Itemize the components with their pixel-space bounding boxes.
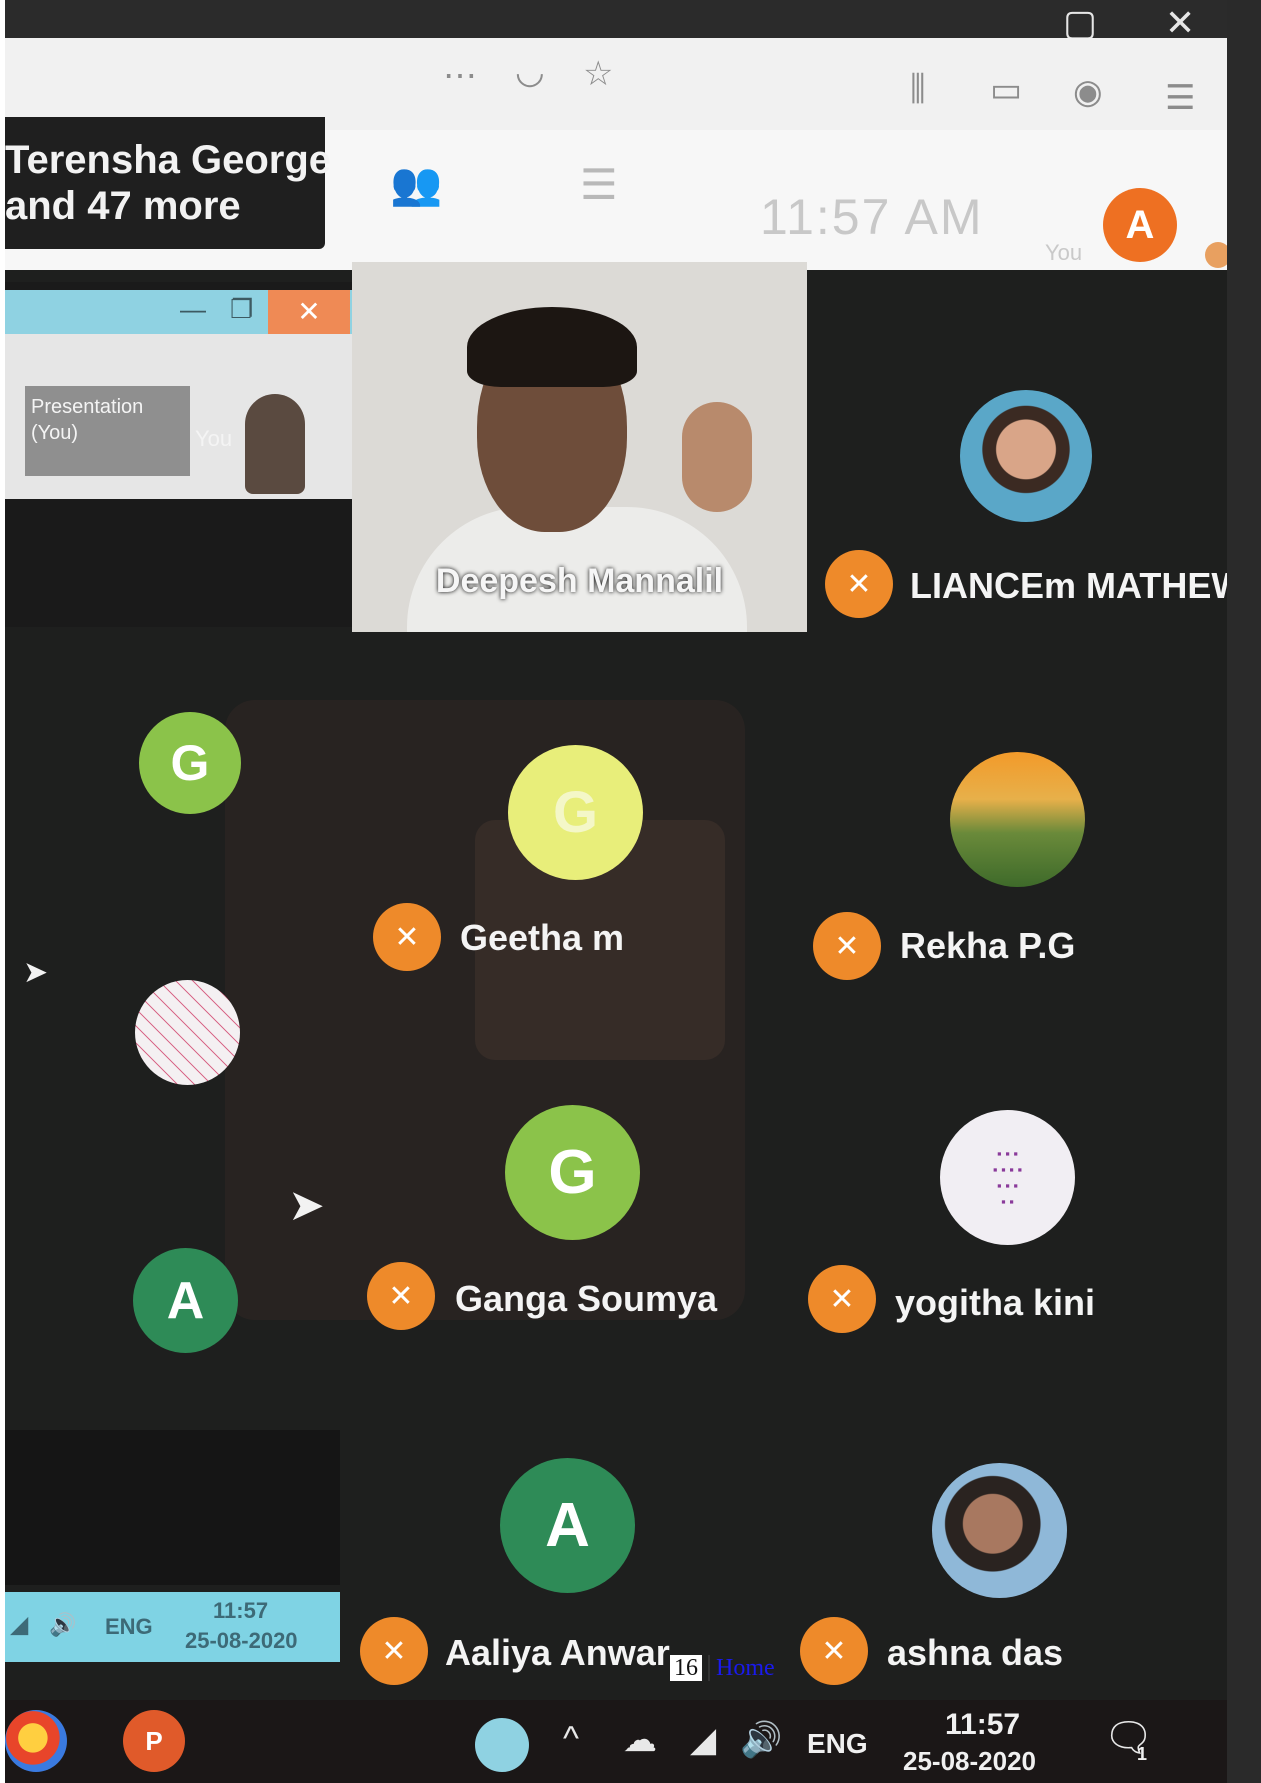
- more-icon[interactable]: ⋯: [443, 56, 477, 96]
- notification-count: 1: [1137, 1744, 1148, 1764]
- photo-edge: [1227, 0, 1261, 1783]
- minimize-icon[interactable]: —: [180, 294, 206, 325]
- firefox-icon[interactable]: [5, 1710, 67, 1772]
- share-self-video: [245, 394, 305, 494]
- taskbar-time[interactable]: 11:57: [945, 1708, 1020, 1742]
- account-icon[interactable]: ◉: [1073, 72, 1103, 112]
- windows-taskbar: P ^ ☁ ◢ 🔊 ENG 11:57 25-08-2020 🗨 1: [5, 1700, 1227, 1783]
- participant-avatar: G: [505, 1105, 640, 1240]
- participants-icon[interactable]: 👥: [390, 160, 442, 209]
- chat-icon[interactable]: ☰: [580, 160, 618, 209]
- join-notification: Terensha George and 47 more: [5, 117, 332, 249]
- presenter-hand: [682, 402, 752, 512]
- participant-name: Rekha P.G: [900, 925, 1076, 966]
- pocket-icon[interactable]: ◡: [515, 52, 545, 92]
- participant-photo: ▪ ▪ ▪ ▪ ▪ ▪ ▪ ▪ ▪ ▪ ▪ ▪: [940, 1110, 1075, 1245]
- mic-muted-icon: ✕: [813, 912, 881, 980]
- mini-volume-icon: 🔊: [49, 1612, 77, 1637]
- mini-taskbar: ◢ 🔊 ENG 11:57 25-08-2020: [5, 1592, 340, 1662]
- tiny-avatar: [1205, 242, 1227, 268]
- powerpoint-icon[interactable]: P: [123, 1710, 185, 1772]
- presentation-sub: (You): [31, 422, 79, 444]
- mini-date: 25-08-2020: [185, 1628, 298, 1653]
- participant-avatar: G: [139, 712, 241, 814]
- mic-muted-icon: ✕: [825, 550, 893, 618]
- participant-photo: [135, 980, 240, 1085]
- network-app-icon[interactable]: ☁: [623, 1720, 657, 1760]
- screen-capture: ▢ ✕ ⋯ ◡ ☆ ⫼ ▭ ◉ ☰ 👥 ☰ 11:57 AM A You Ter…: [5, 0, 1227, 1783]
- presenter-name: Deepesh Mannalil: [435, 562, 724, 600]
- notification-line-2: and 47 more: [5, 184, 241, 228]
- home-link[interactable]: Home: [716, 1655, 775, 1681]
- mic-muted-icon: ✕: [360, 1617, 428, 1685]
- participant-name: Aaliya Anwar: [445, 1632, 670, 1673]
- participant-photo: [950, 752, 1085, 887]
- participant-name: Ganga Soumya: [455, 1278, 718, 1319]
- mini-screen: [5, 1430, 340, 1585]
- share-close-button[interactable]: ✕: [268, 290, 350, 334]
- participant-avatar: G: [508, 745, 643, 880]
- menu-icon[interactable]: ☰: [1165, 78, 1195, 118]
- app-icon[interactable]: [475, 1718, 529, 1772]
- footer-separator: [708, 1655, 710, 1681]
- page-footer: 16 Home: [670, 1655, 775, 1682]
- participant-photo: [960, 390, 1092, 522]
- presenter-hair: [467, 307, 637, 387]
- language-indicator[interactable]: ENG: [807, 1728, 868, 1760]
- participant-photo: [932, 1463, 1067, 1598]
- you-label: You: [1045, 240, 1083, 265]
- screen-share-thumbnail[interactable]: — ❐ ✕ Presentation (You) You: [5, 282, 352, 627]
- mic-muted-icon: ✕: [800, 1617, 868, 1685]
- mic-muted-icon: ✕: [373, 903, 441, 971]
- restore-icon[interactable]: ❐: [230, 294, 253, 325]
- mic-muted-icon: ✕: [808, 1265, 876, 1333]
- share-you-label: You: [195, 426, 233, 451]
- mini-signal-icon: ◢: [11, 1612, 28, 1637]
- mouse-cursor-icon: ➤: [23, 956, 49, 989]
- library-icon[interactable]: ⫼: [910, 70, 926, 109]
- presentation-title: Presentation: [31, 396, 144, 418]
- presentation-tile: Presentation (You): [25, 386, 190, 476]
- meeting-clock: 11:57 AM: [760, 189, 984, 245]
- participant-name: yogitha kini: [895, 1282, 1096, 1323]
- participant-name: LIANCEm MATHEW: [910, 565, 1227, 606]
- taskbar-date[interactable]: 25-08-2020: [903, 1746, 1036, 1777]
- my-avatar[interactable]: A: [1103, 188, 1177, 262]
- share-window-bar: — ❐ ✕: [5, 290, 352, 334]
- volume-icon[interactable]: 🔊: [740, 1720, 782, 1760]
- presenter-video[interactable]: Deepesh Mannalil: [352, 262, 807, 632]
- notification-line-1: Terensha George: [5, 138, 332, 182]
- participant-avatar: A: [133, 1248, 238, 1353]
- page-number: 16: [670, 1655, 702, 1681]
- mouse-cursor-icon: ➤: [288, 1181, 325, 1230]
- bookmark-star-icon[interactable]: ☆: [583, 54, 613, 94]
- sidebar-icon[interactable]: ▭: [990, 70, 1022, 110]
- share-content: Presentation (You) You: [5, 334, 352, 499]
- mini-time: 11:57: [213, 1598, 269, 1623]
- participant-avatar: A: [500, 1458, 635, 1593]
- chevron-up-icon[interactable]: ^: [563, 1720, 579, 1759]
- mini-lang: ENG: [105, 1614, 153, 1639]
- participant-name: ashna das: [887, 1632, 1064, 1673]
- participant-name: Geetha m: [460, 917, 625, 958]
- wifi-icon[interactable]: ◢: [690, 1720, 716, 1760]
- mic-muted-icon: ✕: [367, 1262, 435, 1330]
